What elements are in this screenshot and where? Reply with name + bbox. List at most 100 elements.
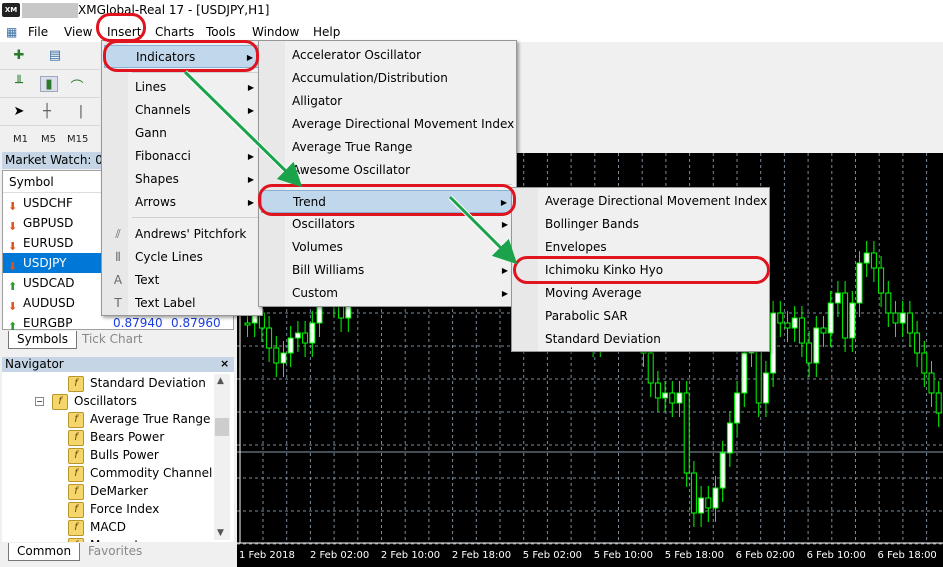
cursor-icon[interactable]: ➤ (10, 104, 28, 120)
timeframe-m15[interactable]: M15 (67, 134, 88, 145)
navigator-item[interactable]: f Force Index (68, 500, 159, 518)
navigator-item[interactable]: f Commodity Channel Ii (68, 464, 223, 482)
menu-separator (132, 217, 258, 218)
tab-tick-chart[interactable]: Tick Chart (74, 331, 151, 349)
candle-body (928, 372, 935, 394)
tab-common[interactable]: Common (8, 543, 81, 561)
charts-toolbar: ╨ ▮ ⌒ (0, 71, 100, 98)
navigator-tabs: Common Favorites (2, 543, 234, 561)
app-menu-icon[interactable]: ▦ (6, 25, 17, 39)
menu-help[interactable]: Help (313, 25, 340, 39)
candle-body (885, 292, 892, 314)
menu-item-label: Oscillators (292, 217, 355, 231)
menu-item-parabolic-sar[interactable]: Parabolic SAR (514, 305, 767, 328)
menu-item-gann[interactable]: Gann (104, 122, 260, 145)
tab-favorites[interactable]: Favorites (80, 543, 150, 561)
timeframes-toolbar: M1 M5 M15 (0, 127, 100, 154)
menu-file[interactable]: File (28, 25, 48, 39)
new-chart-icon[interactable]: ✚ (10, 48, 28, 64)
menu-item-oscillators[interactable]: Oscillators ▶ (261, 213, 514, 236)
line-chart-icon[interactable]: ⌒ (68, 76, 86, 95)
time-axis-label: 2 Feb 18:00 (451, 550, 512, 561)
candle-body (705, 497, 712, 509)
navigator-item[interactable]: f Bears Power (68, 428, 164, 446)
tab-symbols[interactable]: Symbols (8, 331, 77, 349)
menu-item-custom[interactable]: Custom ▶ (261, 282, 514, 305)
menu-item-channels[interactable]: Channels ▶ (104, 99, 260, 122)
menu-item-bollinger-bands[interactable]: Bollinger Bands (514, 213, 767, 236)
menu-item-alligator[interactable]: Alligator (261, 90, 514, 113)
candlestick-icon[interactable]: ▮ (40, 76, 58, 92)
menu-item-volumes[interactable]: Volumes ▶ (261, 236, 514, 259)
timeframe-m5[interactable]: M5 (41, 134, 56, 145)
navigator-item-label: DeMarker (90, 484, 149, 498)
menu-item-accumulation-distribution[interactable]: Accumulation/Distribution (261, 67, 514, 90)
scroll-up-icon[interactable]: ▲ (217, 376, 224, 386)
menu-item-text-label[interactable]: T Text Label (104, 292, 260, 315)
menu-item-andrews-pitchfork[interactable]: ⫽ Andrews' Pitchfork (104, 223, 260, 246)
menu-item-accelerator-oscillator[interactable]: Accelerator Oscillator (261, 44, 514, 67)
menu-charts[interactable]: Charts (155, 25, 194, 39)
menu-item-average-directional-movement-index[interactable]: Average Directional Movement Index (261, 113, 514, 136)
market-watch-row[interactable]: ⬆ EURGBP 0.87940 0.87960 (3, 313, 233, 333)
collapse-icon[interactable]: − (35, 397, 44, 406)
menu-item-cycle-lines[interactable]: ⦀ Cycle Lines (104, 246, 260, 269)
profiles-icon[interactable]: ▤ (46, 48, 64, 64)
menu-item-awesome-oscillator[interactable]: Awesome Oscillator (261, 159, 514, 182)
menu-item-bill-williams[interactable]: Bill Williams ▶ (261, 259, 514, 282)
navigator-item[interactable]: f Oscillators (52, 392, 137, 410)
menu-item-lines[interactable]: Lines ▶ (104, 76, 260, 99)
candle-body (662, 392, 669, 399)
menu-tools[interactable]: Tools (206, 25, 236, 39)
navigator-item-label: Bulls Power (90, 448, 159, 462)
bar-chart-icon[interactable]: ╨ (10, 76, 28, 92)
symbol-name: EURGBP (23, 316, 73, 330)
symbol-name: AUDUSD (23, 296, 75, 310)
navigator-item[interactable]: f MACD (68, 518, 126, 536)
navigator-item-label: Oscillators (74, 394, 137, 408)
menu-item-standard-deviation[interactable]: Standard Deviation (514, 328, 767, 351)
xm-logo: XM (2, 3, 20, 17)
candle-body (892, 312, 899, 324)
menu-item-label: Text Label (135, 296, 196, 310)
time-axis-label: 1 Feb 2018 (239, 550, 295, 561)
crosshair-icon[interactable]: ┼ (38, 104, 56, 120)
text-label-icon: T (114, 296, 122, 310)
function-icon: f (68, 501, 84, 518)
menu-item-label: Average Directional Movement Index (292, 117, 515, 131)
cycle-lines-icon: ⦀ (115, 250, 121, 264)
menu-view[interactable]: View (64, 25, 92, 39)
candle-body (842, 292, 849, 339)
candle-body (647, 352, 654, 384)
standard-toolbar: ✚ ▤ (0, 43, 100, 70)
candle-body (791, 317, 798, 329)
navigator-item[interactable]: f Standard Deviation (68, 374, 206, 392)
scroll-down-icon[interactable]: ▼ (217, 528, 224, 538)
menu-item-fibonacci[interactable]: Fibonacci ▶ (104, 145, 260, 168)
candle-body (302, 332, 309, 344)
navigator-scrollbar[interactable]: ▲ ▼ (214, 374, 230, 540)
navigator-item[interactable]: f Bulls Power (68, 446, 159, 464)
scroll-thumb[interactable] (215, 418, 229, 436)
navigator-item[interactable]: f DeMarker (68, 482, 148, 500)
menu-window[interactable]: Window (252, 25, 299, 39)
submenu-arrow-icon: ▶ (501, 220, 508, 229)
navigator-item[interactable]: f Average True Range (68, 410, 210, 428)
menu-item-average-true-range[interactable]: Average True Range (261, 136, 514, 159)
candle-body (770, 312, 777, 374)
candle-body (669, 392, 676, 404)
navigator-close-button[interactable]: × (220, 357, 229, 370)
navigator-item-label: Average True Range (90, 412, 211, 426)
candle-body (806, 342, 813, 364)
timeframe-m1[interactable]: M1 (13, 134, 28, 145)
vertical-line-icon[interactable]: | (72, 104, 90, 120)
menu-item-text[interactable]: A Text (104, 269, 260, 292)
navigator-item[interactable]: f Momentum (68, 536, 158, 542)
menu-item-moving-average[interactable]: Moving Average (514, 282, 767, 305)
menu-item-label: Lines (135, 80, 167, 94)
menu-item-arrows[interactable]: Arrows ▶ (104, 191, 260, 214)
menu-item-average-directional-movement-index[interactable]: Average Directional Movement Index (514, 190, 767, 213)
menu-item-shapes[interactable]: Shapes ▶ (104, 168, 260, 191)
submenu-arrow-icon: ▶ (501, 289, 508, 298)
symbol-name: USDCHF (23, 196, 73, 210)
